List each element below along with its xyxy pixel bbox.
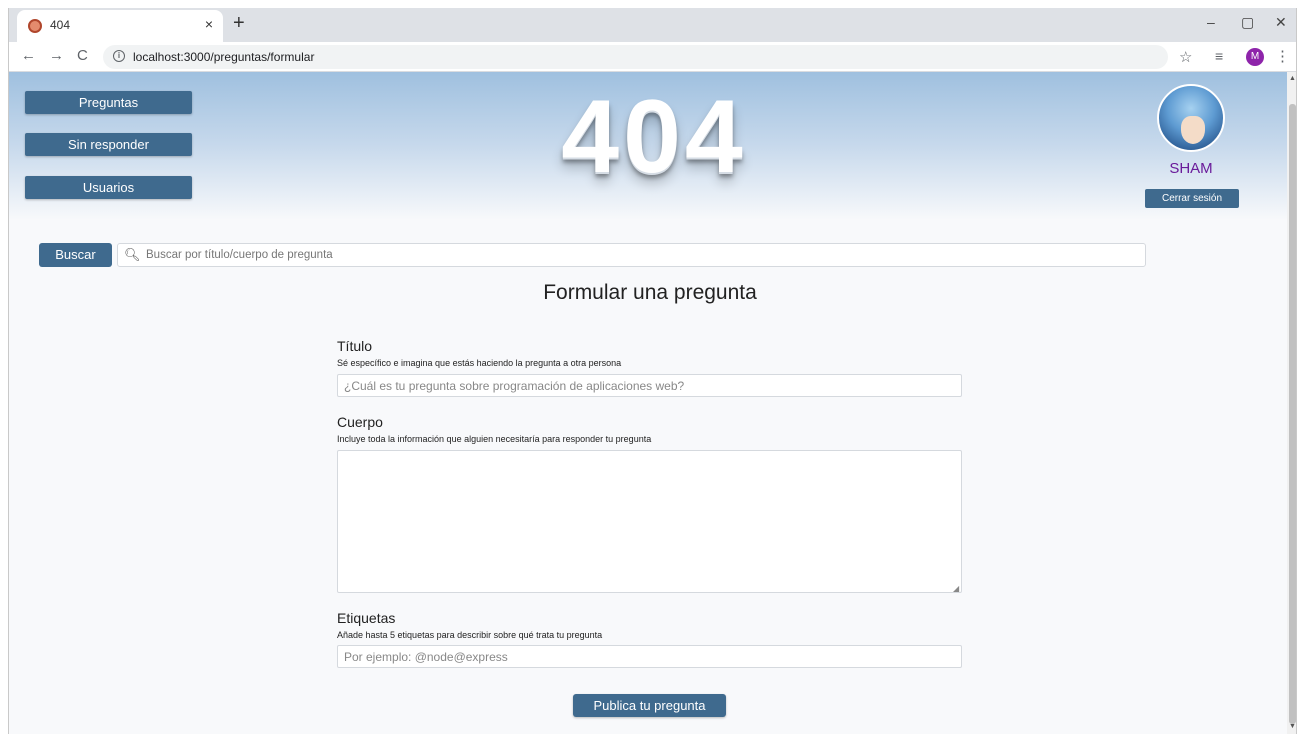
back-button[interactable]: ← [21, 47, 36, 64]
vertical-scrollbar[interactable]: ▲ ▼ [1287, 72, 1296, 734]
page-content: Preguntas Sin responder Usuarios 404 SHA… [9, 72, 1287, 734]
cuerpo-label: Cuerpo [337, 414, 383, 430]
favicon-icon [28, 19, 42, 33]
search-box: 🔍︎ [117, 243, 1146, 267]
media-control-icon[interactable]: ≡ [1215, 48, 1223, 64]
tab-close-icon[interactable]: × [205, 16, 213, 32]
etiquetas-hint: Añade hasta 5 etiquetas para describir s… [337, 630, 603, 640]
nav-sin-responder-button[interactable]: Sin responder [25, 133, 192, 156]
search-icon: 🔍︎ [124, 247, 141, 262]
resize-grip-icon[interactable]: ◢ [953, 584, 959, 593]
scroll-thumb[interactable] [1289, 104, 1296, 724]
tab-title: 404 [50, 18, 71, 32]
info-icon[interactable]: i [113, 50, 125, 62]
search-button[interactable]: Buscar [39, 243, 112, 267]
titulo-label: Título [337, 338, 373, 354]
star-icon[interactable]: ☆ [1179, 48, 1192, 66]
url-text[interactable]: localhost:3000/preguntas/formular [133, 50, 314, 64]
etiquetas-input[interactable] [337, 645, 962, 668]
close-window-button[interactable]: ✕ [1275, 14, 1287, 31]
user-avatar[interactable] [1157, 84, 1225, 152]
username: SHAM [1169, 160, 1213, 177]
nav-preguntas-button[interactable]: Preguntas [25, 91, 192, 114]
minimize-button[interactable]: – [1207, 14, 1215, 30]
menu-kebab-icon[interactable]: ⋮ [1275, 47, 1290, 65]
cuerpo-hint: Incluye toda la información que alguien … [337, 434, 652, 444]
titulo-hint: Sé específico e imagina que estás hacien… [337, 358, 622, 368]
site-logo: 404 [561, 79, 747, 195]
scroll-down-icon[interactable]: ▼ [1289, 723, 1296, 730]
forward-button[interactable]: → [49, 47, 64, 64]
profile-avatar[interactable]: M [1246, 48, 1264, 66]
new-tab-button[interactable]: + [233, 12, 245, 35]
browser-window: 404 × + – ▢ ✕ ← → C i localhost:3000/pre… [8, 8, 1297, 734]
scroll-up-icon[interactable]: ▲ [1289, 75, 1296, 82]
tab-strip: 404 × + – ▢ ✕ [9, 8, 1296, 42]
browser-tab[interactable]: 404 × [17, 10, 223, 42]
cuerpo-textarea[interactable] [337, 450, 962, 593]
page-title: Formular una pregunta [543, 281, 757, 304]
search-input[interactable] [146, 247, 1136, 263]
avatar-face [1181, 116, 1205, 144]
etiquetas-label: Etiquetas [337, 610, 396, 626]
reload-button[interactable]: C [77, 47, 88, 64]
maximize-button[interactable]: ▢ [1241, 14, 1254, 31]
address-bar[interactable]: i localhost:3000/preguntas/formular [103, 45, 1168, 69]
publish-question-button[interactable]: Publica tu pregunta [573, 694, 726, 717]
nav-usuarios-button[interactable]: Usuarios [25, 176, 192, 199]
browser-toolbar: ← → C i localhost:3000/preguntas/formula… [9, 42, 1296, 72]
logout-button[interactable]: Cerrar sesión [1145, 189, 1239, 208]
titulo-input[interactable] [337, 374, 962, 397]
